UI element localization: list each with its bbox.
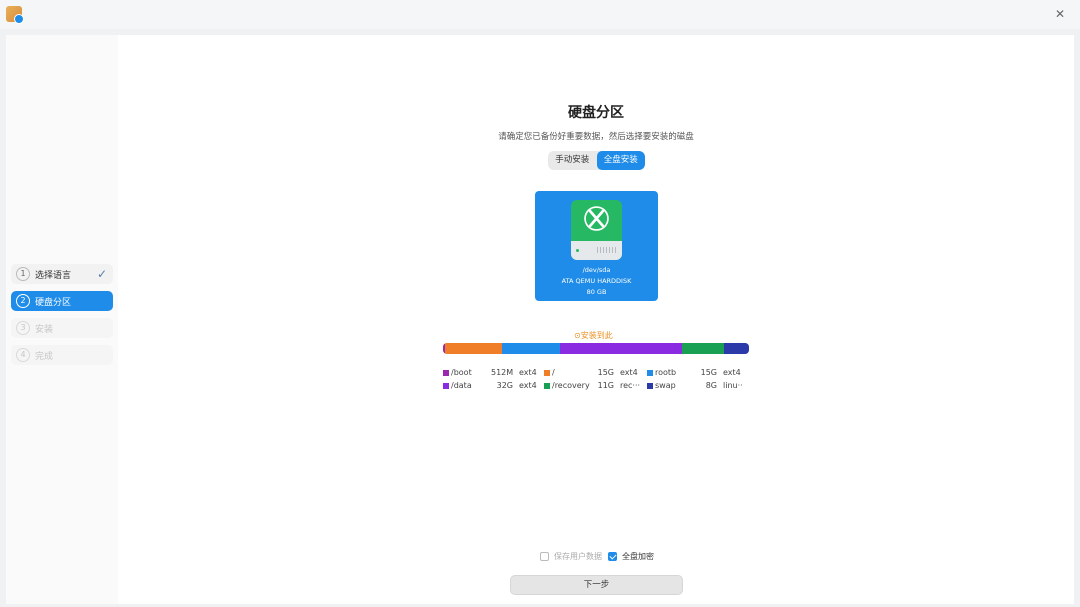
- legend-item-rootb: rootb 15G ext4: [647, 367, 743, 378]
- full-disk-encrypt-label: 全盘加密: [622, 551, 654, 561]
- legend-item-root: / 15G ext4: [544, 367, 640, 378]
- legend-swatch: [544, 382, 550, 389]
- next-button[interactable]: 下一步: [510, 575, 683, 595]
- main-panel: 硬盘分区 请确定您已备份好重要数据，然后选择要安装的磁盘 手动安装 全盘安装 /…: [118, 35, 1074, 604]
- legend-item-recovery: /recovery 11G rec···: [544, 380, 640, 391]
- partition-size: 15G: [597, 368, 614, 377]
- disk-card[interactable]: /dev/sda ATA QEMU HARDDISK 80 GB: [535, 191, 658, 301]
- step-label: 完成: [35, 351, 54, 362]
- deepin-logo-icon: [584, 206, 609, 231]
- partition-bar-segment: [502, 343, 560, 354]
- step-number: 1: [16, 267, 30, 281]
- disk-model: ATA QEMU HARDDISK: [561, 277, 632, 285]
- partition-bar: [443, 343, 749, 354]
- title-bar: ✕: [0, 0, 1080, 29]
- step-label: 安装: [35, 324, 54, 335]
- step-label: 硬盘分区: [35, 297, 72, 308]
- partition-fs: linu···: [723, 381, 743, 390]
- close-icon[interactable]: ✕: [1052, 6, 1068, 22]
- partition-name: /boot: [451, 368, 472, 377]
- partition-fs: rec···: [620, 381, 640, 390]
- tab-manual-install[interactable]: 手动安装: [548, 151, 597, 170]
- sidebar-step-disk-partition[interactable]: 2 硬盘分区: [11, 291, 113, 311]
- partition-size: 15G: [700, 368, 717, 377]
- legend-swatch: [443, 382, 449, 389]
- legend-swatch: [544, 369, 550, 376]
- sidebar-step-select-language[interactable]: 1 选择语言 ✓: [11, 264, 113, 284]
- hard-disk-icon: [571, 200, 622, 260]
- disk-vent-lines: [597, 247, 617, 253]
- legend-swatch: [647, 382, 653, 389]
- full-disk-encrypt-option[interactable]: 全盘加密: [608, 550, 654, 562]
- partition-name: /: [552, 368, 555, 377]
- disk-device: /dev/sda: [582, 266, 611, 274]
- partition-bar-segment: [559, 343, 682, 354]
- page-subtitle: 请确定您已备份好重要数据，然后选择要安装的磁盘: [498, 132, 694, 142]
- partition-bar-segment: [681, 343, 725, 354]
- partition-bar-segment: [444, 343, 503, 354]
- partition-fs: ext4: [519, 368, 537, 377]
- install-options: 保存用户数据 全盘加密: [118, 550, 1074, 562]
- partition-size: 11G: [597, 381, 614, 390]
- sidebar: 1 选择语言 ✓ 2 硬盘分区 3 安装 4 完成: [6, 35, 118, 604]
- legend-item-swap: swap 8G linu···: [647, 380, 743, 391]
- sidebar-step-install: 3 安装: [11, 318, 113, 338]
- tab-full-disk-install[interactable]: 全盘安装: [596, 151, 645, 170]
- partition-size: 32G: [496, 381, 513, 390]
- checkmark-icon: ✓: [96, 267, 108, 281]
- install-here-marker: ⊙安装到此: [574, 331, 613, 340]
- disk-led: [576, 249, 579, 252]
- page-title: 硬盘分区: [568, 105, 624, 121]
- sidebar-step-finish: 4 完成: [11, 345, 113, 365]
- partition-fs: ext4: [519, 381, 537, 390]
- partition-bar-segment: [724, 343, 749, 354]
- keep-user-data-option[interactable]: 保存用户数据: [540, 550, 602, 562]
- installer-app-icon: [6, 6, 24, 24]
- legend-item-boot: /boot 512M ext4: [443, 367, 539, 378]
- disk-base: [571, 241, 622, 260]
- partition-name: rootb: [655, 368, 677, 377]
- partition-name: swap: [655, 381, 676, 390]
- partition-size: 8G: [705, 381, 717, 390]
- keep-user-data-checkbox[interactable]: [540, 551, 549, 561]
- step-number: 3: [16, 321, 30, 335]
- step-number: 2: [16, 294, 30, 308]
- partition-size: 512M: [491, 368, 514, 377]
- install-mode-switch: 手动安装 全盘安装: [548, 151, 645, 170]
- legend-item-data: /data 32G ext4: [443, 380, 539, 391]
- step-label: 选择语言: [35, 270, 72, 281]
- partition-name: /data: [451, 381, 472, 390]
- partition-fs: ext4: [620, 368, 638, 377]
- partition-name: /recovery: [552, 381, 590, 390]
- legend-swatch: [443, 369, 449, 376]
- full-disk-encrypt-checkbox[interactable]: [608, 551, 617, 561]
- partition-fs: ext4: [723, 368, 741, 377]
- keep-user-data-label: 保存用户数据: [554, 551, 602, 561]
- disk-size: 80 GB: [586, 288, 607, 296]
- step-number: 4: [16, 348, 30, 362]
- legend-swatch: [647, 369, 653, 376]
